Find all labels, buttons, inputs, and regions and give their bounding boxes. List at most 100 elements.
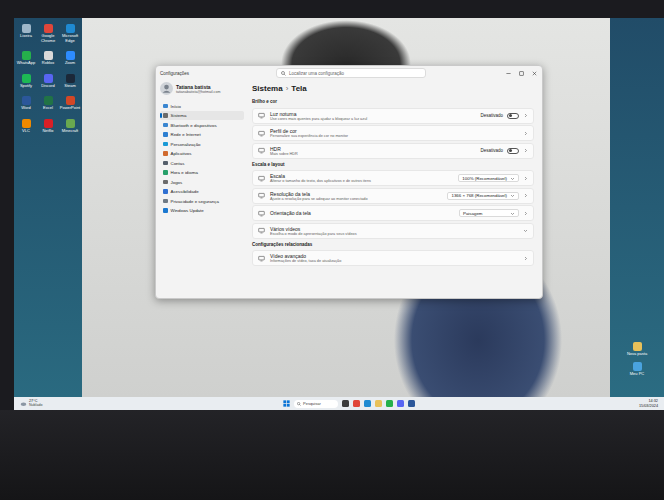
chevron-right-icon[interactable] — [523, 193, 528, 198]
setting-row[interactable]: Vários vídeosEscolha o modo de apresenta… — [252, 223, 534, 239]
desktop-icons-right: Nova pasta Meu PC — [610, 18, 664, 397]
setting-icon — [258, 175, 265, 182]
search-icon — [281, 71, 286, 76]
sidebar-item-label: Aplicativos — [171, 151, 192, 156]
chevron-right-icon[interactable] — [523, 176, 528, 181]
sidebar-item[interactable]: Hora e idioma — [160, 168, 244, 177]
sidebar-item[interactable]: Aplicativos — [160, 149, 244, 158]
setting-row[interactable]: Orientação da tela Paisagem — [252, 205, 534, 221]
desktop-icon[interactable]: PowerPoint — [60, 96, 80, 111]
settings-section: Escala e layoutEscalaAlterar o tamanho d… — [252, 159, 534, 239]
desktop-icon-label: Discord — [37, 84, 59, 89]
setting-icon — [258, 130, 265, 137]
settings-section: Brilho e corLuz noturnaUse cores mais qu… — [252, 96, 534, 159]
toggle-switch[interactable] — [507, 148, 519, 154]
sidebar-item-label: Jogos — [171, 180, 183, 185]
chevron-right-icon[interactable] — [523, 211, 528, 216]
desktop-icon[interactable]: Lixeira — [16, 24, 36, 43]
setting-row[interactable]: HDRMais sobre HDRDesativado — [252, 143, 534, 159]
taskbar-app-icon[interactable] — [375, 400, 382, 407]
taskbar-search[interactable]: Pesquisar — [294, 400, 338, 408]
sidebar-item[interactable]: Personalização — [160, 140, 244, 149]
desktop-icon[interactable]: Spotify — [16, 74, 36, 89]
chevron-right-icon[interactable] — [523, 256, 528, 261]
dropdown[interactable]: 1366 × 768 (Recomendável) — [447, 192, 519, 200]
taskbar-app-icon[interactable] — [353, 400, 360, 407]
clock[interactable]: 14:3215/03/2024 — [618, 399, 658, 407]
minimize-icon[interactable] — [505, 70, 512, 77]
app-icon — [66, 51, 75, 60]
desktop-icon[interactable]: Steam — [60, 74, 80, 89]
sidebar-item-label: Bluetooth e dispositivos — [171, 123, 217, 128]
sidebar-item[interactable]: Windows Update — [160, 206, 244, 215]
content: Sistema›TelaBrilho e corLuz noturnaUse c… — [248, 80, 542, 298]
sidebar-item[interactable]: Jogos — [160, 178, 244, 187]
app-icon — [44, 74, 53, 83]
desktop-icon-label: Meu PC — [626, 372, 648, 377]
desktop-icon[interactable]: Discord — [38, 74, 58, 89]
chevron-right-icon[interactable] — [523, 113, 528, 118]
desktop-icon[interactable]: Excel — [38, 96, 58, 111]
app-icon — [22, 96, 31, 105]
desktop-icon[interactable]: Netflix — [38, 119, 58, 134]
weather-widget[interactable]: 27°CNublado — [20, 400, 80, 407]
breadcrumb-parent[interactable]: Sistema — [252, 84, 283, 93]
setting-icon — [258, 255, 265, 262]
clock-date: 15/03/2024 — [639, 404, 658, 408]
windows-logo-icon[interactable] — [283, 400, 290, 407]
toggle-switch[interactable] — [507, 113, 519, 119]
taskbar-app-icon[interactable] — [408, 400, 415, 407]
desk — [0, 410, 664, 500]
sidebar-item-label: Rede e Internet — [171, 132, 201, 137]
desktop-icon[interactable]: Zoom — [60, 51, 80, 66]
taskbar-app-icon[interactable] — [397, 400, 404, 407]
profile[interactable]: Tatiana batistatatianabatista@hotmail.co… — [160, 82, 244, 95]
app-icon — [22, 24, 31, 33]
desktop-icon[interactable]: Microsoft Edge — [60, 24, 80, 43]
weather-condition: Nublado — [29, 404, 42, 408]
sidebar-item[interactable]: Acessibilidade — [160, 187, 244, 196]
setting-row[interactable]: EscalaAlterar o tamanho do texto, dos ap… — [252, 170, 534, 186]
desktop-icon[interactable]: Roblox — [38, 51, 58, 66]
chevron-right-icon[interactable] — [523, 148, 528, 153]
sidebar-item[interactable]: Início — [160, 102, 244, 111]
chevron-right-icon[interactable] — [523, 131, 528, 136]
dropdown[interactable]: 100% (Recomendável) — [458, 174, 519, 182]
desktop-icon[interactable]: Meu PC — [626, 362, 648, 377]
setting-title: HDR — [270, 146, 475, 152]
setting-row[interactable]: Luz noturnaUse cores mais quentes para a… — [252, 108, 534, 124]
close-icon[interactable] — [531, 70, 538, 77]
sidebar-item[interactable]: Bluetooth e dispositivos — [160, 121, 244, 130]
chevron-down-icon — [510, 176, 515, 181]
nav-icon — [163, 123, 168, 128]
sidebar-item[interactable]: Sistema — [160, 111, 244, 120]
sidebar-item[interactable]: Contas — [160, 159, 244, 168]
setting-row[interactable]: Perfil de corPersonalize sua experiência… — [252, 125, 534, 141]
monitor-screen: LixeiraGoogle ChromeMicrosoft Edge WhatsA… — [14, 18, 664, 410]
desktop-icon[interactable]: Nova pasta — [626, 342, 648, 357]
desktop-icon-label: Netflix — [37, 129, 59, 134]
taskbar-app-icon[interactable] — [342, 400, 349, 407]
desktop-icons-left: LixeiraGoogle ChromeMicrosoft Edge WhatsA… — [14, 18, 82, 397]
desktop-icon[interactable]: VLC — [16, 119, 36, 134]
sidebar-item[interactable]: Rede e Internet — [160, 130, 244, 139]
selection-indicator — [160, 113, 162, 118]
app-icon — [44, 119, 53, 128]
toggle-state: Desativado — [480, 113, 503, 118]
setting-row[interactable]: Vídeo avançadoInformações de vídeo, taxa… — [252, 250, 534, 266]
search-field[interactable]: Localizar uma configuração — [276, 68, 426, 78]
desktop-icon[interactable]: Word — [16, 96, 36, 111]
taskbar-app-icon[interactable] — [364, 400, 371, 407]
taskbar-app-icon[interactable] — [386, 400, 393, 407]
maximize-icon[interactable] — [518, 70, 525, 77]
setting-row[interactable]: Resolução da telaAjuste a resolução para… — [252, 188, 534, 204]
app-icon — [66, 119, 75, 128]
desktop-icon[interactable]: Google Chrome — [38, 24, 58, 43]
setting-title: Orientação da tela — [270, 210, 454, 216]
chevron-down-icon[interactable] — [523, 228, 528, 233]
desktop-icon[interactable]: WhatsApp — [16, 51, 36, 66]
desktop-icon[interactable]: Minecraft — [60, 119, 80, 134]
sidebar-item[interactable]: Privacidade e segurança — [160, 197, 244, 206]
sidebar-item-label: Contas — [171, 161, 185, 166]
dropdown[interactable]: Paisagem — [459, 209, 519, 217]
